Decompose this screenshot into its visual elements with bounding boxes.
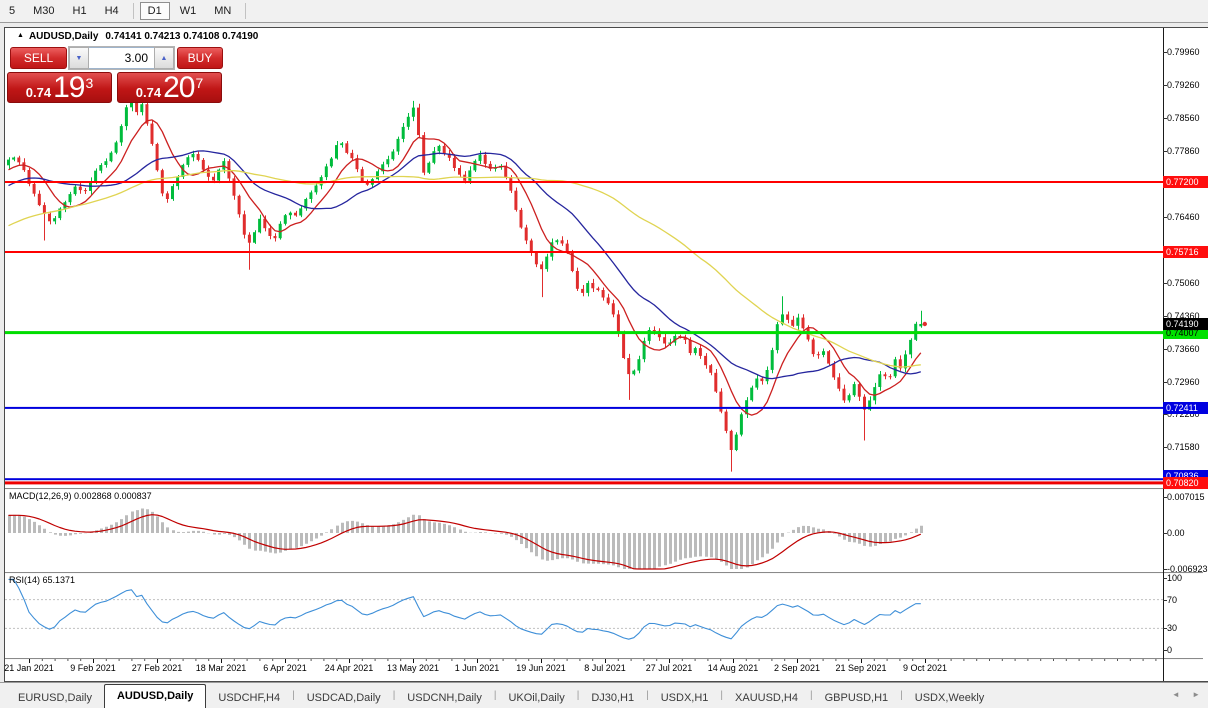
mt4-workspace: 5M30H1H4 D1W1MN ▲ AUDUSD,Daily 0.74141 0.74…	[0, 0, 1208, 708]
chart-tab-usdcad[interactable]: USDCAD,Daily	[295, 689, 393, 708]
level-price-tag: 0.72411	[1163, 402, 1208, 414]
date-axis-label: 1 Jun 2021	[455, 663, 500, 673]
price-axis-label: 0.72960	[1167, 377, 1200, 387]
macd-value-main: 0.002868	[74, 491, 112, 501]
date-axis-label: 21 Sep 2021	[835, 663, 886, 673]
one-click-trading-panel: SELL ▼ ▲ BUY 0.74193 0.74207	[7, 45, 223, 105]
macd-value-signal: 0.000837	[114, 491, 152, 501]
level-price-tag: 0.75716	[1163, 246, 1208, 258]
buy-price-display[interactable]: 0.74207	[117, 72, 222, 103]
chart-tab-usdx[interactable]: USDX,Weekly	[903, 689, 996, 708]
rsi-axis-label: 70	[1167, 595, 1177, 605]
collapse-triangle-icon[interactable]: ▲	[17, 32, 24, 39]
sell-price-big: 19	[53, 73, 84, 102]
price-axis-label: 0.73660	[1167, 344, 1200, 354]
volume-input[interactable]	[89, 47, 154, 69]
price-axis-label: 0.79960	[1167, 47, 1200, 57]
chart-tab-eurusd[interactable]: EURUSD,Daily	[6, 689, 104, 708]
macd-name: MACD(12,26,9)	[9, 491, 72, 501]
rsi-name: RSI(14)	[9, 575, 40, 585]
buy-price-big: 20	[163, 73, 194, 102]
chart-tab-usdx[interactable]: USDX,H1	[649, 689, 721, 708]
date-axis-label: 21 Jan 2021	[4, 663, 54, 673]
chart-tab-dj30[interactable]: DJ30,H1	[579, 689, 646, 708]
volume-spinner: ▼ ▲	[68, 46, 175, 70]
chart-tab-usdchf[interactable]: USDCHF,H4	[206, 689, 292, 708]
timeframe-button-w1[interactable]: W1	[172, 2, 205, 20]
buy-button[interactable]: BUY	[177, 47, 223, 69]
chart-tab-usdcnh[interactable]: USDCNH,Daily	[395, 689, 494, 708]
date-axis-label: 18 Mar 2021	[196, 663, 247, 673]
macd-label: MACD(12,26,9) 0.002868 0.000837	[9, 491, 152, 501]
toolbar-separator	[245, 3, 246, 19]
macd-axis-label: 0.007015	[1167, 492, 1205, 502]
timeframe-button-d1[interactable]: D1	[140, 2, 170, 20]
sell-price-prefix: 0.74	[26, 78, 51, 107]
chart-tabs: EURUSD,DailyAUDUSD,DailyUSDCHF,H4|USDCAD…	[6, 683, 996, 708]
date-axis-label: 9 Feb 2021	[70, 663, 116, 673]
buy-price-prefix: 0.74	[136, 78, 161, 107]
rsi-axis-label: 30	[1167, 623, 1177, 633]
price-axis-label: 0.78560	[1167, 113, 1200, 123]
current-price-tag: 0.74190	[1163, 318, 1208, 330]
volume-increase-button[interactable]: ▲	[154, 47, 174, 69]
volume-decrease-button[interactable]: ▼	[69, 47, 89, 69]
sell-button[interactable]: SELL	[10, 47, 67, 69]
timeframe-button-mn[interactable]: MN	[206, 2, 239, 20]
timeframe-button-h1[interactable]: H1	[65, 2, 95, 20]
chart-ohlc-values: 0.74141 0.74213 0.74108 0.74190	[105, 31, 258, 42]
chart-tab-audusd[interactable]: AUDUSD,Daily	[104, 684, 206, 708]
date-axis-label: 24 Apr 2021	[325, 663, 374, 673]
date-axis-label: 19 Jun 2021	[516, 663, 566, 673]
date-axis-label: 2 Sep 2021	[774, 663, 820, 673]
chart-tab-ukoil[interactable]: UKOil,Daily	[496, 689, 576, 708]
price-axis-label: 0.79260	[1167, 80, 1200, 90]
date-axis-label: 27 Feb 2021	[132, 663, 183, 673]
timeframe-toolbar: 5M30H1H4 D1W1MN	[0, 0, 1208, 23]
timeframe-button-m30[interactable]: M30	[25, 2, 62, 20]
sell-price-sup: 3	[85, 69, 93, 98]
chart-header: ▲ AUDUSD,Daily 0.74141 0.74213 0.74108 0.7…	[17, 31, 258, 42]
toolbar-separator	[133, 3, 134, 19]
chart-tab-xauusd[interactable]: XAUUSD,H4	[723, 689, 810, 708]
date-axis-label: 27 Jul 2021	[646, 663, 693, 673]
tab-scroll-arrows: ◄ ►	[1162, 690, 1200, 699]
timeframe-button-5[interactable]: 5	[1, 2, 23, 20]
date-axis-label: 9 Oct 2021	[903, 663, 947, 673]
date-axis-label: 14 Aug 2021	[708, 663, 759, 673]
price-axis-label: 0.75060	[1167, 278, 1200, 288]
rsi-label: RSI(14) 65.1371	[9, 575, 75, 585]
date-axis-label: 13 May 2021	[387, 663, 439, 673]
tabs-scroll-left-icon[interactable]: ◄	[1172, 690, 1180, 699]
chart-canvas[interactable]	[5, 28, 1203, 681]
timeframe-button-h4[interactable]: H4	[97, 2, 127, 20]
rsi-axis-label: 100	[1167, 573, 1182, 583]
macd-axis-label: 0.00	[1167, 528, 1185, 538]
date-axis-label: 6 Apr 2021	[263, 663, 307, 673]
level-price-tag: 0.77200	[1163, 176, 1208, 188]
buy-price-sup: 7	[195, 69, 203, 98]
level-price-tag: 0.70820	[1163, 477, 1208, 489]
price-axis-label: 0.77860	[1167, 146, 1200, 156]
rsi-axis-label: 0	[1167, 645, 1172, 655]
chart-tabs-bar: EURUSD,DailyAUDUSD,DailyUSDCHF,H4|USDCAD…	[0, 682, 1208, 708]
chart-symbol-period: AUDUSD,Daily	[29, 31, 98, 42]
price-axis-label: 0.71580	[1167, 442, 1200, 452]
tabs-scroll-right-icon[interactable]: ►	[1192, 690, 1200, 699]
sell-price-display[interactable]: 0.74193	[7, 72, 112, 103]
price-axis-label: 0.76460	[1167, 212, 1200, 222]
rsi-value: 65.1371	[43, 575, 76, 585]
chart-tab-gbpusd[interactable]: GBPUSD,H1	[813, 689, 901, 708]
date-axis-label: 8 Jul 2021	[584, 663, 626, 673]
